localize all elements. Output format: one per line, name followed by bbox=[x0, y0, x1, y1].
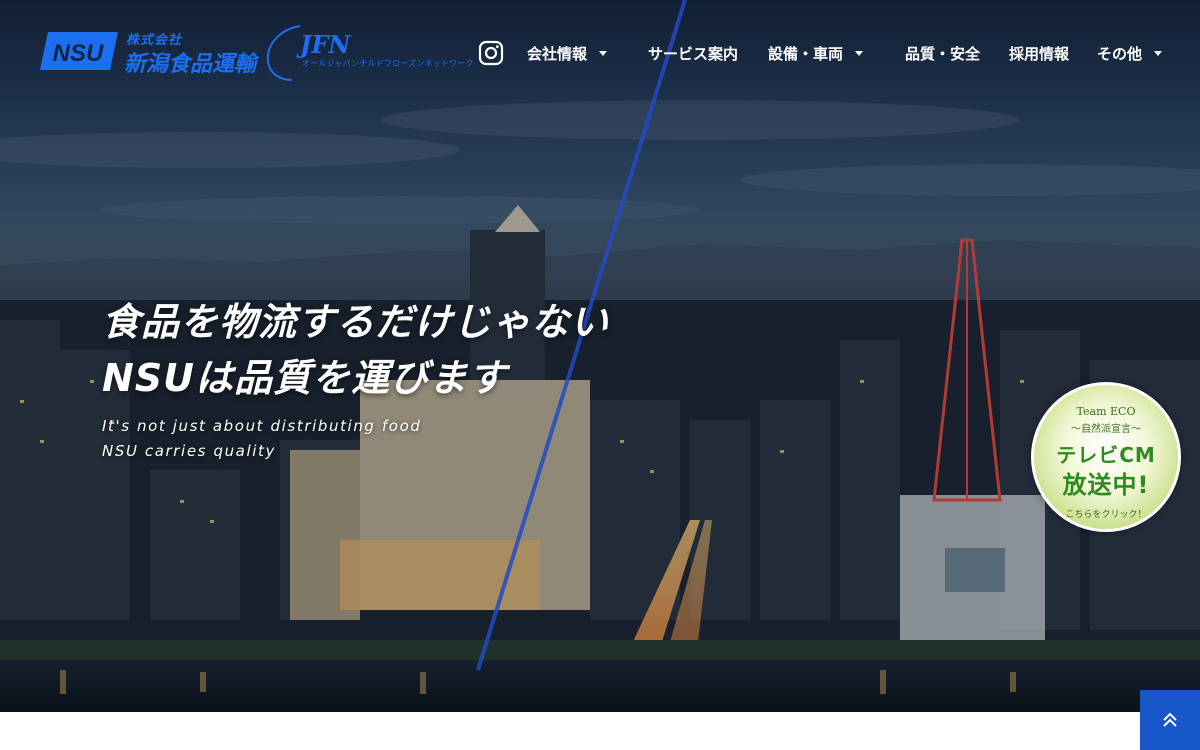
hero-headline: 食品を物流するだけじゃない NSUは品質を運びます bbox=[102, 294, 609, 406]
nsu-logo-icon[interactable]: NSU bbox=[40, 30, 118, 72]
jfn-logo-icon[interactable] bbox=[264, 22, 442, 82]
nav-label: その他 bbox=[1097, 44, 1143, 63]
nav-company-info[interactable]: 会社情報 bbox=[527, 43, 608, 63]
eco-line-4: 放送中! bbox=[1062, 471, 1150, 499]
hero-headline-line-1: 食品を物流するだけじゃない bbox=[102, 300, 610, 344]
nav-label: 会社情報 bbox=[527, 44, 588, 63]
hero-headline-line-2: NSUは品質を運びます bbox=[102, 356, 508, 400]
company-name[interactable]: 新潟食品運輸 bbox=[124, 46, 256, 78]
eco-line-2: 〜自然派宣言〜 bbox=[1071, 424, 1141, 435]
nav-label: 設備・車両 bbox=[768, 44, 844, 63]
jfn-subtitle: オールジャパンチルドフローズンネットワーク bbox=[302, 59, 474, 68]
nav-recruitment[interactable]: 採用情報 bbox=[1009, 43, 1069, 63]
nav-services[interactable]: サービス案内 bbox=[648, 43, 738, 63]
nav-label: 採用情報 bbox=[1009, 44, 1070, 63]
scroll-to-top-button[interactable] bbox=[1140, 690, 1200, 750]
hero-subline-line-2: NSU carries quality bbox=[102, 442, 276, 460]
site-header: NSU 株式会社 新潟食品運輸 JFN オールジャパンチルドフローズンネットワー… bbox=[0, 0, 1200, 100]
instagram-icon[interactable] bbox=[478, 40, 504, 66]
nav-facilities-vehicles[interactable]: 設備・車両 bbox=[768, 43, 864, 63]
nav-label: 品質・安全 bbox=[905, 44, 981, 63]
chevron-down-icon bbox=[855, 50, 864, 56]
eco-click-here: こちらをクリック！ bbox=[1065, 510, 1147, 520]
double-chevron-up-icon bbox=[1163, 712, 1177, 727]
eco-line-3: テレビCM bbox=[1056, 443, 1156, 467]
eco-tv-cm-banner[interactable]: Team ECO 〜自然派宣言〜 テレビCM 放送中! こちらをクリック！ bbox=[1031, 382, 1181, 532]
hero-banner: NSU 株式会社 新潟食品運輸 JFN オールジャパンチルドフローズンネットワー… bbox=[0, 0, 1200, 712]
chevron-down-icon bbox=[599, 50, 608, 56]
hero-subline: It's not just about distributing food NS… bbox=[102, 414, 421, 464]
nav-other[interactable]: その他 bbox=[1097, 43, 1163, 63]
eco-line-1: Team ECO bbox=[1076, 405, 1136, 418]
nav-label: サービス案内 bbox=[648, 44, 739, 63]
jfn-logo-text: JFN bbox=[300, 30, 351, 59]
hero-subline-line-1: It's not just about distributing food bbox=[102, 417, 422, 435]
nsu-logo-text: NSU bbox=[53, 40, 104, 67]
nav-quality-safety[interactable]: 品質・安全 bbox=[905, 43, 980, 63]
chevron-down-icon bbox=[1154, 50, 1163, 56]
